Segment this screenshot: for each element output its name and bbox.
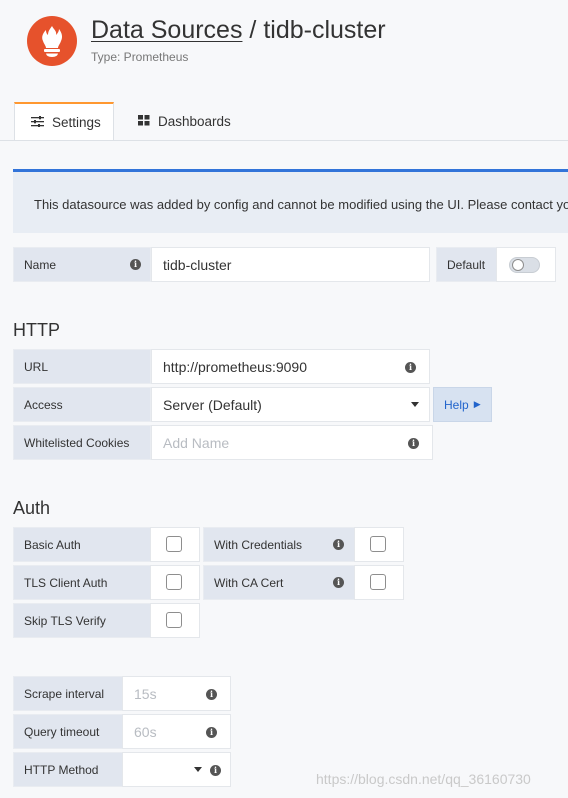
- query-timeout-info-icon[interactable]: i: [206, 727, 217, 738]
- url-input-value: http://prometheus:9090: [163, 358, 307, 375]
- skip-tls-verify-label-text: Skip TLS Verify: [24, 613, 106, 628]
- whitelisted-cookies-placeholder: Add Name: [163, 434, 230, 451]
- http-section-title: HTTP: [13, 320, 60, 340]
- toggle-knob: [512, 259, 524, 271]
- name-label-text: Name: [24, 257, 57, 272]
- caret-right-icon: ▶: [473, 399, 481, 409]
- http-method-label-text: HTTP Method: [24, 762, 99, 777]
- page-title: Data Sources / tidb-cluster: [91, 16, 386, 45]
- scrape-interval-info-icon[interactable]: i: [206, 689, 217, 700]
- http-method-label: HTTP Method: [13, 752, 123, 787]
- with-credentials-label-text: With Credentials: [214, 537, 303, 552]
- help-button[interactable]: Help ▶: [433, 387, 492, 422]
- tls-client-auth-label-text: TLS Client Auth: [24, 575, 108, 590]
- tab-dashboards-label: Dashboards: [158, 114, 231, 129]
- tab-settings[interactable]: Settings: [14, 102, 114, 141]
- watermark: https://blog.csdn.net/qq_36160730: [316, 771, 531, 787]
- default-label-text: Default: [447, 257, 486, 272]
- with-ca-cert-info-icon[interactable]: i: [333, 577, 344, 588]
- url-info-icon[interactable]: i: [405, 362, 416, 373]
- scrape-interval-label-text: Scrape interval: [24, 686, 105, 701]
- whitelisted-cookies-label-text: Whitelisted Cookies: [24, 435, 130, 450]
- access-caret-down-icon: [411, 402, 419, 407]
- http-method-info-icon[interactable]: i: [210, 765, 221, 776]
- whitelisted-cookies-label: Whitelisted Cookies: [13, 425, 151, 460]
- page-header: Data Sources / tidb-cluster Type: Promet…: [0, 0, 568, 100]
- whitelisted-cookies-input[interactable]: Add Name: [151, 425, 433, 460]
- with-ca-cert-label-text: With CA Cert: [214, 575, 284, 590]
- with-credentials-info-icon[interactable]: i: [333, 539, 344, 550]
- access-select[interactable]: Server (Default): [151, 387, 430, 422]
- sliders-icon: [31, 115, 44, 130]
- scrape-interval-placeholder: 15s: [134, 685, 157, 702]
- cookies-info-icon[interactable]: i: [408, 438, 419, 449]
- datasource-type-subtitle: Type: Prometheus: [91, 50, 189, 64]
- datasource-name-title: tidb-cluster: [263, 16, 386, 44]
- auth-section-title: Auth: [13, 498, 51, 518]
- breadcrumb-data-sources-link[interactable]: Data Sources: [91, 16, 242, 44]
- tabs-divider: [0, 140, 568, 141]
- prometheus-logo-icon: [27, 16, 77, 66]
- tls-client-auth-label: TLS Client Auth: [13, 565, 151, 600]
- readonly-alert-text: This datasource was added by config and …: [34, 197, 568, 212]
- scrape-interval-label: Scrape interval: [13, 676, 123, 711]
- url-label: URL: [13, 349, 151, 384]
- apps-grid-icon: [138, 114, 150, 129]
- name-input-value: tidb-cluster: [163, 256, 232, 273]
- skip-tls-verify-checkbox[interactable]: [166, 612, 182, 628]
- skip-tls-verify-label: Skip TLS Verify: [13, 603, 151, 638]
- breadcrumb-separator: /: [249, 16, 257, 44]
- default-label: Default: [436, 247, 497, 282]
- with-credentials-checkbox[interactable]: [370, 536, 386, 552]
- http-method-caret-down-icon: [194, 767, 202, 772]
- basic-auth-checkbox[interactable]: [166, 536, 182, 552]
- basic-auth-label-text: Basic Auth: [24, 537, 81, 552]
- name-input[interactable]: tidb-cluster: [151, 247, 430, 282]
- help-button-label: Help: [444, 397, 469, 412]
- query-timeout-label: Query timeout: [13, 714, 123, 749]
- basic-auth-label: Basic Auth: [13, 527, 151, 562]
- url-input[interactable]: http://prometheus:9090: [151, 349, 430, 384]
- access-label: Access: [13, 387, 151, 422]
- tls-client-auth-checkbox[interactable]: [166, 574, 182, 590]
- name-info-icon[interactable]: i: [130, 259, 141, 270]
- with-ca-cert-checkbox[interactable]: [370, 574, 386, 590]
- access-select-value: Server (Default): [163, 396, 262, 413]
- query-timeout-placeholder: 60s: [134, 723, 157, 740]
- default-toggle[interactable]: [509, 257, 540, 273]
- access-label-text: Access: [24, 397, 63, 412]
- query-timeout-label-text: Query timeout: [24, 724, 100, 739]
- readonly-alert: This datasource was added by config and …: [13, 169, 568, 233]
- tab-dashboards[interactable]: Dashboards: [138, 102, 248, 141]
- tab-settings-label: Settings: [52, 115, 101, 130]
- url-label-text: URL: [24, 359, 49, 374]
